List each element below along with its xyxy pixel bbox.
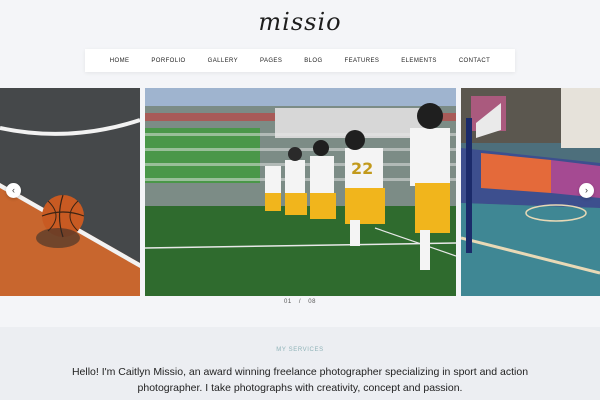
nav-item-blog[interactable]: BLOG [293,58,333,64]
services-label: MY SERVICES [276,347,324,353]
slide-separator: / [298,299,302,305]
services-section: MY SERVICES Hello! I'm Caitlyn Missio, a… [0,327,600,400]
basketball-court-photo [0,88,140,296]
slide-total: 08 [308,299,316,305]
slide-basketball[interactable] [0,88,140,296]
image-slider: 22 ‹ › [0,88,600,296]
chevron-left-icon: ‹ [12,185,15,195]
nav-item-gallery[interactable]: GALLERY [197,58,249,64]
slider-next-button[interactable]: › [579,183,594,198]
slide-current: 01 [284,299,292,305]
slide-football[interactable]: 22 [145,88,456,296]
site-logo[interactable]: missio [0,8,600,36]
chevron-right-icon: › [585,185,588,195]
svg-text:22: 22 [351,159,373,178]
main-navigation: HOME PORFOLIO GALLERY PAGES BLOG FEATURE… [85,49,515,72]
nav-item-portfolio[interactable]: PORFOLIO [140,58,196,64]
slider-prev-button[interactable]: ‹ [6,183,21,198]
nav-item-features[interactable]: FEATURES [334,58,391,64]
nav-item-home[interactable]: HOME [99,58,141,64]
nav-item-elements[interactable]: ELEMENTS [390,58,448,64]
services-intro: Hello! I'm Caitlyn Missio, an award winn… [71,366,529,394]
slide-counter: 01 / 08 [0,299,600,305]
football-players-photo: 22 [145,88,456,296]
nav-item-contact[interactable]: CONTACT [448,58,501,64]
nav-item-pages[interactable]: PAGES [249,58,293,64]
